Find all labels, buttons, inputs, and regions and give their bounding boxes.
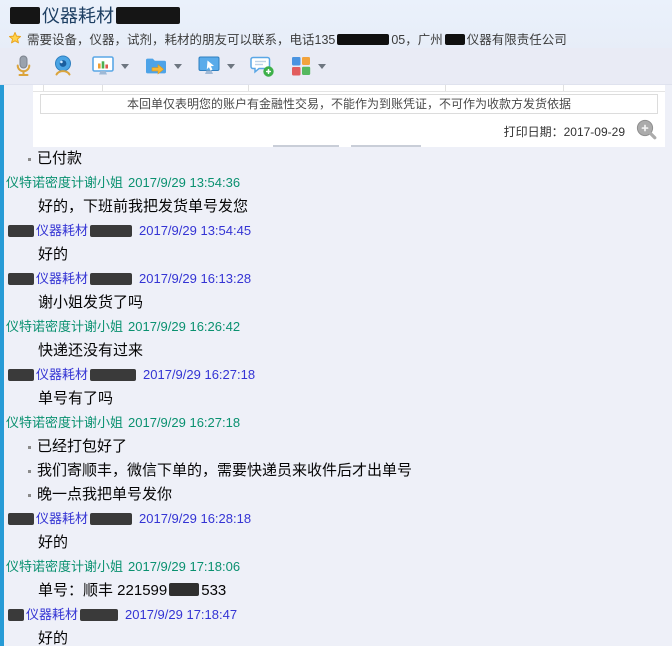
receipt-notice: 本回单仅表明您的账户有金融性交易，不能作为到账凭证，不可作为收款方发货依据 <box>40 94 658 114</box>
message-bullet-item: 已经打包好了 <box>0 435 672 459</box>
message-list: 已付款仪特诺密度计谢小姐2017/9/29 13:54:36好的，下班前我把发货… <box>0 85 672 646</box>
message-sender-header: 仪器耗材2017/9/29 16:28:18 <box>0 507 672 531</box>
message-sender-header: 仪器耗材2017/9/29 13:54:45 <box>0 219 672 243</box>
message-sender-header: 仪器耗材2017/9/29 16:27:18 <box>0 363 672 387</box>
message-timestamp: 2017/9/29 16:27:18 <box>128 411 240 435</box>
apps-grid-icon <box>289 54 313 78</box>
star-icon <box>8 31 22 45</box>
sender-name: 仪特诺密度计谢小姐 <box>6 555 123 579</box>
message-sender-header: 仪器耗材2017/9/29 17:18:47 <box>0 603 672 627</box>
sender-name: 仪特诺密度计谢小姐 <box>6 171 123 195</box>
new-message-icon <box>249 53 275 79</box>
message-timestamp: 2017/9/29 16:27:18 <box>143 363 255 387</box>
message-text: 快递还没有过来 <box>0 339 672 363</box>
screen-presentation-icon <box>90 53 116 79</box>
send-file-button[interactable] <box>139 50 186 82</box>
new-message-button[interactable] <box>245 50 279 82</box>
sender-name: 仪特诺密度计谢小姐 <box>6 411 123 435</box>
chat-window: 仪器耗材 需要设备，仪器，试剂，耗材的朋友可以联系，电话13505，广州仪器有限… <box>0 0 672 646</box>
screen-presentation-button[interactable] <box>86 50 133 82</box>
sender-name: 仪器耗材 <box>6 267 134 291</box>
chevron-down-icon[interactable] <box>174 64 182 69</box>
receipt-bottom-fragment <box>351 145 421 147</box>
message-bullet-item: 我们寄顺丰，微信下单的，需要快递员来收件后才出单号 <box>0 459 672 483</box>
message-sender-header: 仪特诺密度计谢小姐2017/9/29 13:54:36 <box>0 171 672 195</box>
message-sender-header: 仪特诺密度计谢小姐2017/9/29 16:27:18 <box>0 411 672 435</box>
bullet-dot <box>28 470 31 473</box>
message-sender-header: 仪特诺密度计谢小姐2017/9/29 17:18:06 <box>0 555 672 579</box>
message-text: 谢小姐发货了吗 <box>0 291 672 315</box>
apps-grid-button[interactable] <box>285 50 330 82</box>
receipt-print-date: 打印日期：2017-09-29 <box>33 114 665 140</box>
bullet-dot <box>28 494 31 497</box>
remote-desktop-icon <box>196 53 222 79</box>
message-timestamp: 2017/9/29 17:18:06 <box>128 555 240 579</box>
sender-name: 仪器耗材 <box>6 603 120 627</box>
video-chat-icon <box>50 53 76 79</box>
receipt-image[interactable]: 本回单仅表明您的账户有金融性交易，不能作为到账凭证，不可作为收款方发货依据 打印… <box>33 85 665 147</box>
message-text: 好的 <box>0 243 672 267</box>
sender-name: 仪器耗材 <box>6 507 134 531</box>
left-edge-strip <box>0 85 4 646</box>
voice-chat-button[interactable] <box>6 50 40 82</box>
chevron-down-icon[interactable] <box>227 64 235 69</box>
sender-name: 仪器耗材 <box>6 219 134 243</box>
bullet-dot <box>28 446 31 449</box>
chevron-down-icon[interactable] <box>121 64 129 69</box>
receipt-bottom-fragment <box>273 145 339 147</box>
sender-name: 仪特诺密度计谢小姐 <box>6 315 123 339</box>
signature-text: 需要设备，仪器，试剂，耗材的朋友可以联系，电话13505，广州仪器有限责任公司 <box>27 29 567 48</box>
message-timestamp: 2017/9/29 13:54:45 <box>139 219 251 243</box>
message-bullet-item: 已付款 <box>0 147 672 171</box>
message-text: 单号有了吗 <box>0 387 672 411</box>
toolbar <box>0 48 672 85</box>
message-text: 好的 <box>0 531 672 555</box>
message-sender-header: 仪器耗材2017/9/29 16:13:28 <box>0 267 672 291</box>
message-timestamp: 2017/9/29 13:54:36 <box>128 171 240 195</box>
message-timestamp: 2017/9/29 16:28:18 <box>139 507 251 531</box>
magnifier-plus-icon[interactable] <box>634 117 660 143</box>
message-sender-header: 仪特诺密度计谢小姐2017/9/29 16:26:42 <box>0 315 672 339</box>
remote-desktop-button[interactable] <box>192 50 239 82</box>
voice-chat-icon <box>10 53 36 79</box>
message-text: 好的 <box>0 627 672 646</box>
video-chat-button[interactable] <box>46 50 80 82</box>
send-file-icon <box>143 53 169 79</box>
message-bullet-item: 晚一点我把单号发你 <box>0 483 672 507</box>
message-text: 好的，下班前我把发货单号发您 <box>0 195 672 219</box>
receipt-table-remnant <box>33 85 665 92</box>
message-timestamp: 2017/9/29 17:18:47 <box>125 603 237 627</box>
chat-history[interactable]: 本回单仅表明您的账户有金融性交易，不能作为到账凭证，不可作为收款方发货依据 打印… <box>0 85 672 646</box>
message-timestamp: 2017/9/29 16:13:28 <box>139 267 251 291</box>
chevron-down-icon[interactable] <box>318 64 326 69</box>
message-timestamp: 2017/9/29 16:26:42 <box>128 315 240 339</box>
chat-header: 仪器耗材 需要设备，仪器，试剂，耗材的朋友可以联系，电话13505，广州仪器有限… <box>0 0 672 48</box>
message-text: 单号：顺丰 221599533 <box>0 579 672 603</box>
contact-name: 仪器耗材 <box>8 4 664 28</box>
sender-name: 仪器耗材 <box>6 363 138 387</box>
bullet-dot <box>28 158 31 161</box>
contact-signature: 需要设备，仪器，试剂，耗材的朋友可以联系，电话13505，广州仪器有限责任公司 <box>8 29 664 47</box>
